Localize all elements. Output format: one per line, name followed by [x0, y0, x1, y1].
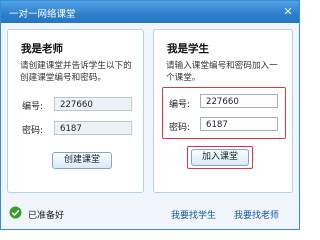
student-password-input[interactable]: 6187: [200, 117, 278, 131]
ready-check-icon: [9, 206, 22, 219]
classroom-window: 一对一网络课堂 ✕ 我是老师 请创建课堂并告诉学生以下的 创建课堂编号和密码。 …: [0, 0, 300, 230]
window-title: 一对一网络课堂: [9, 9, 76, 20]
teacher-description-line1: 请创建课堂并告诉学生以下的: [20, 61, 132, 71]
title-bar[interactable]: 一对一网络课堂 ✕: [1, 1, 299, 23]
teacher-panel: 我是老师 请创建课堂并告诉学生以下的 创建课堂编号和密码。 编号: 227660…: [7, 29, 144, 193]
student-password-label: 密码:: [169, 123, 191, 133]
teacher-panel-title: 我是老师: [21, 43, 63, 55]
teacher-description-line2: 创建课堂编号和密码。: [20, 73, 106, 83]
teacher-password-label: 密码:: [22, 126, 44, 136]
find-teacher-link[interactable]: 我要找老师: [234, 208, 279, 221]
student-description: 请输入课堂编号和密码加入一 个课堂。: [166, 60, 286, 84]
join-classroom-button[interactable]: 加入课堂: [191, 149, 249, 166]
student-description-line1: 请输入课堂编号和密码加入一: [166, 61, 278, 71]
create-classroom-button[interactable]: 创建课堂: [52, 152, 112, 169]
student-description-line2: 个课堂。: [166, 73, 201, 83]
find-student-link[interactable]: 我要找学生: [171, 208, 216, 221]
student-panel: 我是学生 请输入课堂编号和密码加入一 个课堂。 编号: 227660 密码: 6…: [153, 29, 293, 193]
student-id-label: 编号:: [169, 100, 191, 110]
teacher-password-field: 6187: [54, 121, 132, 135]
close-icon[interactable]: ✕: [281, 5, 295, 19]
student-id-input[interactable]: 227660: [200, 94, 278, 108]
teacher-id-field: 227660: [54, 97, 132, 111]
student-panel-title: 我是学生: [167, 43, 209, 55]
teacher-id-label: 编号:: [22, 102, 44, 112]
status-text: 已准备好: [28, 211, 65, 221]
teacher-description: 请创建课堂并告诉学生以下的 创建课堂编号和密码。: [20, 60, 140, 84]
